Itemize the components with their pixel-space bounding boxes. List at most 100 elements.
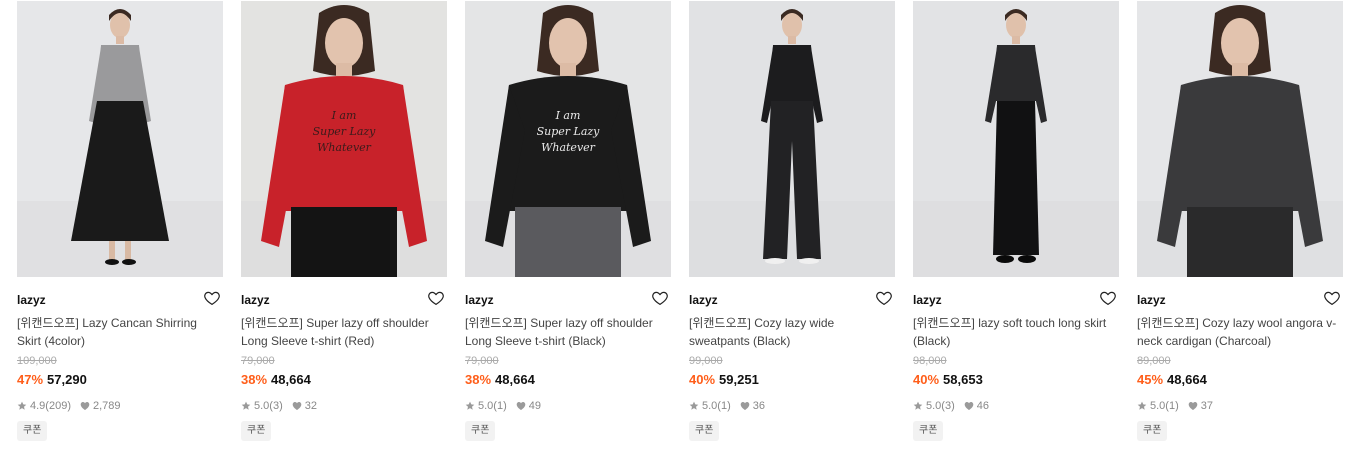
price-row: 38% 48,664 <box>465 371 671 389</box>
wishlist-heart-icon[interactable] <box>203 289 221 307</box>
product-card[interactable]: lazyz [위캔드오프] Lazy Cancan Shirring Skirt… <box>17 1 223 441</box>
product-title[interactable]: [위캔드오프] Cozy lazy wool angora v-neck car… <box>1137 314 1343 350</box>
product-image[interactable] <box>17 1 223 277</box>
product-meta: 4.9 (209) 2,789 <box>17 399 223 413</box>
review-count: (3) <box>941 400 955 412</box>
rating-value: 5.0 <box>702 400 718 412</box>
like-count: 32 <box>304 400 317 412</box>
product-info: lazyz [위캔드오프] Super lazy off shoulder Lo… <box>465 277 671 441</box>
price-row: 40% 58,653 <box>913 371 1119 389</box>
star-icon <box>913 401 923 411</box>
review-count: (1) <box>717 400 731 412</box>
svg-text:Super Lazy: Super Lazy <box>537 125 601 138</box>
review-count: (1) <box>1165 400 1179 412</box>
price-row: 40% 59,251 <box>689 371 895 389</box>
brand-name[interactable]: lazyz <box>17 292 223 308</box>
product-photo <box>913 1 1119 277</box>
price-row: 45% 48,664 <box>1137 371 1343 389</box>
wishlist-heart-icon[interactable] <box>1323 289 1341 307</box>
review-count: (209) <box>45 400 71 412</box>
coupon-badge[interactable]: 쿠폰 <box>913 421 944 441</box>
original-price: 109,000 <box>17 355 57 367</box>
product-title[interactable]: [위캔드오프] Cozy lazy wide sweatpants (Black… <box>689 314 895 350</box>
star-icon <box>465 401 475 411</box>
rating-value: 5.0 <box>1150 400 1166 412</box>
original-price: 98,000 <box>913 355 947 367</box>
product-info: lazyz [위캔드오프] Cozy lazy wide sweatpants … <box>689 277 895 441</box>
discount-rate: 38% <box>465 372 492 387</box>
discount-rate: 40% <box>913 372 940 387</box>
discount-rate: 45% <box>1137 372 1164 387</box>
product-card[interactable]: lazyz [위캔드오프] Cozy lazy wide sweatpants … <box>689 1 895 441</box>
product-card[interactable]: I am Super Lazy Whatever lazyz [위캔드오프] Sup… <box>465 1 671 441</box>
sale-price: 48,664 <box>1167 372 1207 387</box>
original-price: 79,000 <box>241 355 275 367</box>
product-meta: 5.0 (1) 36 <box>689 399 895 413</box>
product-meta: 5.0 (3) 46 <box>913 399 1119 413</box>
sale-price: 59,251 <box>719 372 759 387</box>
product-title[interactable]: [위캔드오프] lazy soft touch long skirt (Blac… <box>913 314 1119 350</box>
price-row: 38% 48,664 <box>241 371 447 389</box>
rating-value: 5.0 <box>478 400 494 412</box>
coupon-badge[interactable]: 쿠폰 <box>1137 421 1168 441</box>
wishlist-heart-icon[interactable] <box>427 289 445 307</box>
product-image[interactable]: I am Super Lazy Whatever <box>241 1 447 277</box>
coupon-badge[interactable]: 쿠폰 <box>241 421 272 441</box>
product-image[interactable]: I am Super Lazy Whatever <box>465 1 671 277</box>
product-image[interactable] <box>1137 1 1343 277</box>
product-photo: I am Super Lazy Whatever <box>465 1 671 277</box>
sale-price: 48,664 <box>271 372 311 387</box>
product-card[interactable]: I am Super Lazy Whatever lazyz [위캔드오프] Sup… <box>241 1 447 441</box>
rating-value: 5.0 <box>254 400 270 412</box>
svg-text:I am: I am <box>555 109 581 122</box>
product-info: lazyz [위캔드오프] Super lazy off shoulder Lo… <box>241 277 447 441</box>
svg-text:Super Lazy: Super Lazy <box>313 125 377 138</box>
product-title[interactable]: [위캔드오프] Super lazy off shoulder Long Sle… <box>465 314 671 350</box>
product-image[interactable] <box>689 1 895 277</box>
like-count: 46 <box>976 400 989 412</box>
star-icon <box>1137 401 1147 411</box>
wishlist-heart-icon[interactable] <box>1099 289 1117 307</box>
product-photo <box>689 1 895 277</box>
discount-rate: 38% <box>241 372 268 387</box>
product-card[interactable]: lazyz [위캔드오프] Cozy lazy wool angora v-ne… <box>1137 1 1343 441</box>
product-info: lazyz [위캔드오프] Lazy Cancan Shirring Skirt… <box>17 277 223 441</box>
brand-name[interactable]: lazyz <box>241 292 447 308</box>
star-icon <box>241 401 251 411</box>
brand-name[interactable]: lazyz <box>465 292 671 308</box>
like-count: 36 <box>752 400 765 412</box>
review-count: (3) <box>269 400 283 412</box>
original-price: 79,000 <box>465 355 499 367</box>
like-count: 2,789 <box>92 400 121 412</box>
product-info: lazyz [위캔드오프] lazy soft touch long skirt… <box>913 277 1119 441</box>
like-count: 37 <box>1200 400 1213 412</box>
product-photo <box>1137 1 1343 277</box>
sale-price: 58,653 <box>943 372 983 387</box>
product-card[interactable]: lazyz [위캔드오프] lazy soft touch long skirt… <box>913 1 1119 441</box>
product-image[interactable] <box>913 1 1119 277</box>
product-grid: lazyz [위캔드오프] Lazy Cancan Shirring Skirt… <box>17 1 1343 441</box>
heart-filled-icon <box>740 401 750 411</box>
sale-price: 57,290 <box>47 372 87 387</box>
heart-filled-icon <box>516 401 526 411</box>
discount-rate: 40% <box>689 372 716 387</box>
product-title[interactable]: [위캔드오프] Super lazy off shoulder Long Sle… <box>241 314 447 350</box>
product-title[interactable]: [위캔드오프] Lazy Cancan Shirring Skirt (4col… <box>17 314 223 350</box>
wishlist-heart-icon[interactable] <box>875 289 893 307</box>
original-price: 89,000 <box>1137 355 1171 367</box>
heart-filled-icon <box>80 401 90 411</box>
like-count: 49 <box>528 400 541 412</box>
brand-name[interactable]: lazyz <box>913 292 1119 308</box>
review-count: (1) <box>493 400 507 412</box>
wishlist-heart-icon[interactable] <box>651 289 669 307</box>
brand-name[interactable]: lazyz <box>689 292 895 308</box>
coupon-badge[interactable]: 쿠폰 <box>689 421 720 441</box>
product-meta: 5.0 (1) 49 <box>465 399 671 413</box>
product-info: lazyz [위캔드오프] Cozy lazy wool angora v-ne… <box>1137 277 1343 441</box>
coupon-badge[interactable]: 쿠폰 <box>465 421 496 441</box>
sale-price: 48,664 <box>495 372 535 387</box>
discount-rate: 47% <box>17 372 44 387</box>
coupon-badge[interactable]: 쿠폰 <box>17 421 48 441</box>
brand-name[interactable]: lazyz <box>1137 292 1343 308</box>
rating-value: 4.9 <box>30 400 46 412</box>
